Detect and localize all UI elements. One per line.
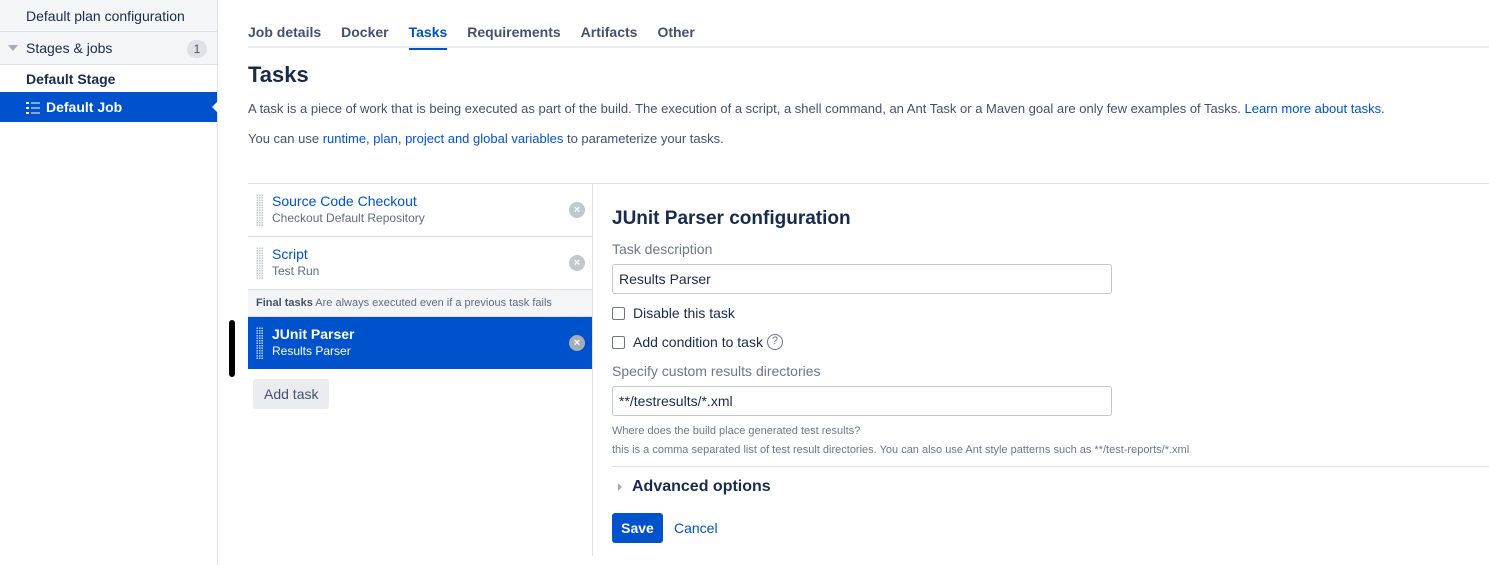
panel-divider xyxy=(592,184,593,556)
final-tasks-title: Final tasks xyxy=(256,297,313,309)
task-name[interactable]: Source Code Checkout xyxy=(272,193,592,209)
advanced-options-toggle[interactable]: Advanced options xyxy=(618,478,771,496)
tab-docker[interactable]: Docker xyxy=(341,24,388,48)
task-description: Checkout Default Repository xyxy=(272,211,425,225)
task-name[interactable]: Script xyxy=(272,246,592,262)
sidebar-item-label: Default Job xyxy=(46,99,123,115)
variables-description: You can use runtime, plan, project and g… xyxy=(248,131,724,146)
sidebar: Default plan configuration Stages & jobs… xyxy=(0,0,218,565)
sidebar-item-default-stage[interactable]: Default Stage xyxy=(0,65,217,92)
results-dirs-help-1: Where does the build place generated tes… xyxy=(612,425,861,437)
final-tasks-header: Final tasks Are always executed even if … xyxy=(248,290,592,317)
sidebar-item-label: Default plan configuration xyxy=(26,7,185,24)
section-divider xyxy=(612,466,1489,467)
task-description: Test Run xyxy=(272,264,320,278)
add-condition-label[interactable]: Add condition to task xyxy=(633,334,763,350)
remove-task-icon[interactable]: × xyxy=(569,202,585,218)
job-tabs: Job details Docker Tasks Requirements Ar… xyxy=(248,24,1489,50)
config-title: JUnit Parser configuration xyxy=(612,208,851,229)
drag-indicator xyxy=(229,320,235,377)
tab-job-details[interactable]: Job details xyxy=(248,24,321,48)
drag-handle-icon[interactable] xyxy=(256,327,264,360)
tab-artifacts[interactable]: Artifacts xyxy=(581,24,638,48)
description-text: A task is a piece of work that is being … xyxy=(248,101,1245,116)
disable-task-row[interactable]: Disable this task xyxy=(612,305,735,321)
variables-link[interactable]: runtime, plan, project and global variab… xyxy=(323,131,564,146)
tab-other[interactable]: Other xyxy=(657,24,694,48)
task-item[interactable]: Script Test Run × xyxy=(248,237,592,290)
results-dirs-input[interactable] xyxy=(612,386,1112,416)
remove-task-icon[interactable]: × xyxy=(569,255,585,271)
add-condition-row[interactable]: Add condition to task ? xyxy=(612,334,783,350)
cancel-link[interactable]: Cancel xyxy=(674,520,718,536)
selected-notch xyxy=(212,101,218,113)
description-text: to parameterize your tasks. xyxy=(563,131,724,146)
list-icon xyxy=(26,101,40,114)
task-list: Source Code Checkout Checkout Default Re… xyxy=(248,184,592,369)
tasks-description: A task is a piece of work that is being … xyxy=(248,101,1385,116)
sidebar-item-label: Default Stage xyxy=(26,70,116,87)
tab-tasks[interactable]: Tasks xyxy=(408,24,447,50)
sidebar-item-stages-jobs[interactable]: Stages & jobs 1 xyxy=(0,32,217,65)
results-dirs-help-2: this is a comma separated list of test r… xyxy=(612,444,1190,456)
results-dirs-label: Specify custom results directories xyxy=(612,363,821,379)
task-name[interactable]: JUnit Parser xyxy=(272,326,592,342)
disable-task-label[interactable]: Disable this task xyxy=(633,305,735,321)
advanced-options-label: Advanced options xyxy=(632,478,771,495)
final-tasks-note: Are always executed even if a previous t… xyxy=(312,297,552,309)
sidebar-item-default-job[interactable]: Default Job xyxy=(0,92,218,122)
stages-count-badge: 1 xyxy=(187,40,207,58)
add-task-button[interactable]: Add task xyxy=(253,379,330,409)
sidebar-item-plan-configuration[interactable]: Default plan configuration xyxy=(0,0,217,32)
task-item[interactable]: Source Code Checkout Checkout Default Re… xyxy=(248,184,592,237)
sidebar-item-label: Stages & jobs xyxy=(26,40,113,56)
task-item-selected[interactable]: JUnit Parser Results Parser × xyxy=(248,317,592,369)
tab-requirements[interactable]: Requirements xyxy=(467,24,560,48)
chevron-right-icon xyxy=(618,483,622,491)
task-description: Results Parser xyxy=(272,344,351,358)
learn-more-link[interactable]: Learn more about tasks. xyxy=(1245,101,1385,116)
chevron-down-icon[interactable] xyxy=(8,45,18,51)
help-icon[interactable]: ? xyxy=(766,334,783,350)
drag-handle-icon[interactable] xyxy=(256,194,264,227)
task-description-input[interactable] xyxy=(612,264,1112,294)
description-text: You can use xyxy=(248,131,323,146)
save-button[interactable]: Save xyxy=(612,513,663,543)
disable-task-checkbox[interactable] xyxy=(612,306,625,320)
remove-task-icon[interactable]: × xyxy=(569,335,585,351)
page-title: Tasks xyxy=(248,62,309,87)
drag-handle-icon[interactable] xyxy=(256,247,264,280)
add-condition-checkbox[interactable] xyxy=(612,335,625,349)
task-description-label: Task description xyxy=(612,241,713,257)
